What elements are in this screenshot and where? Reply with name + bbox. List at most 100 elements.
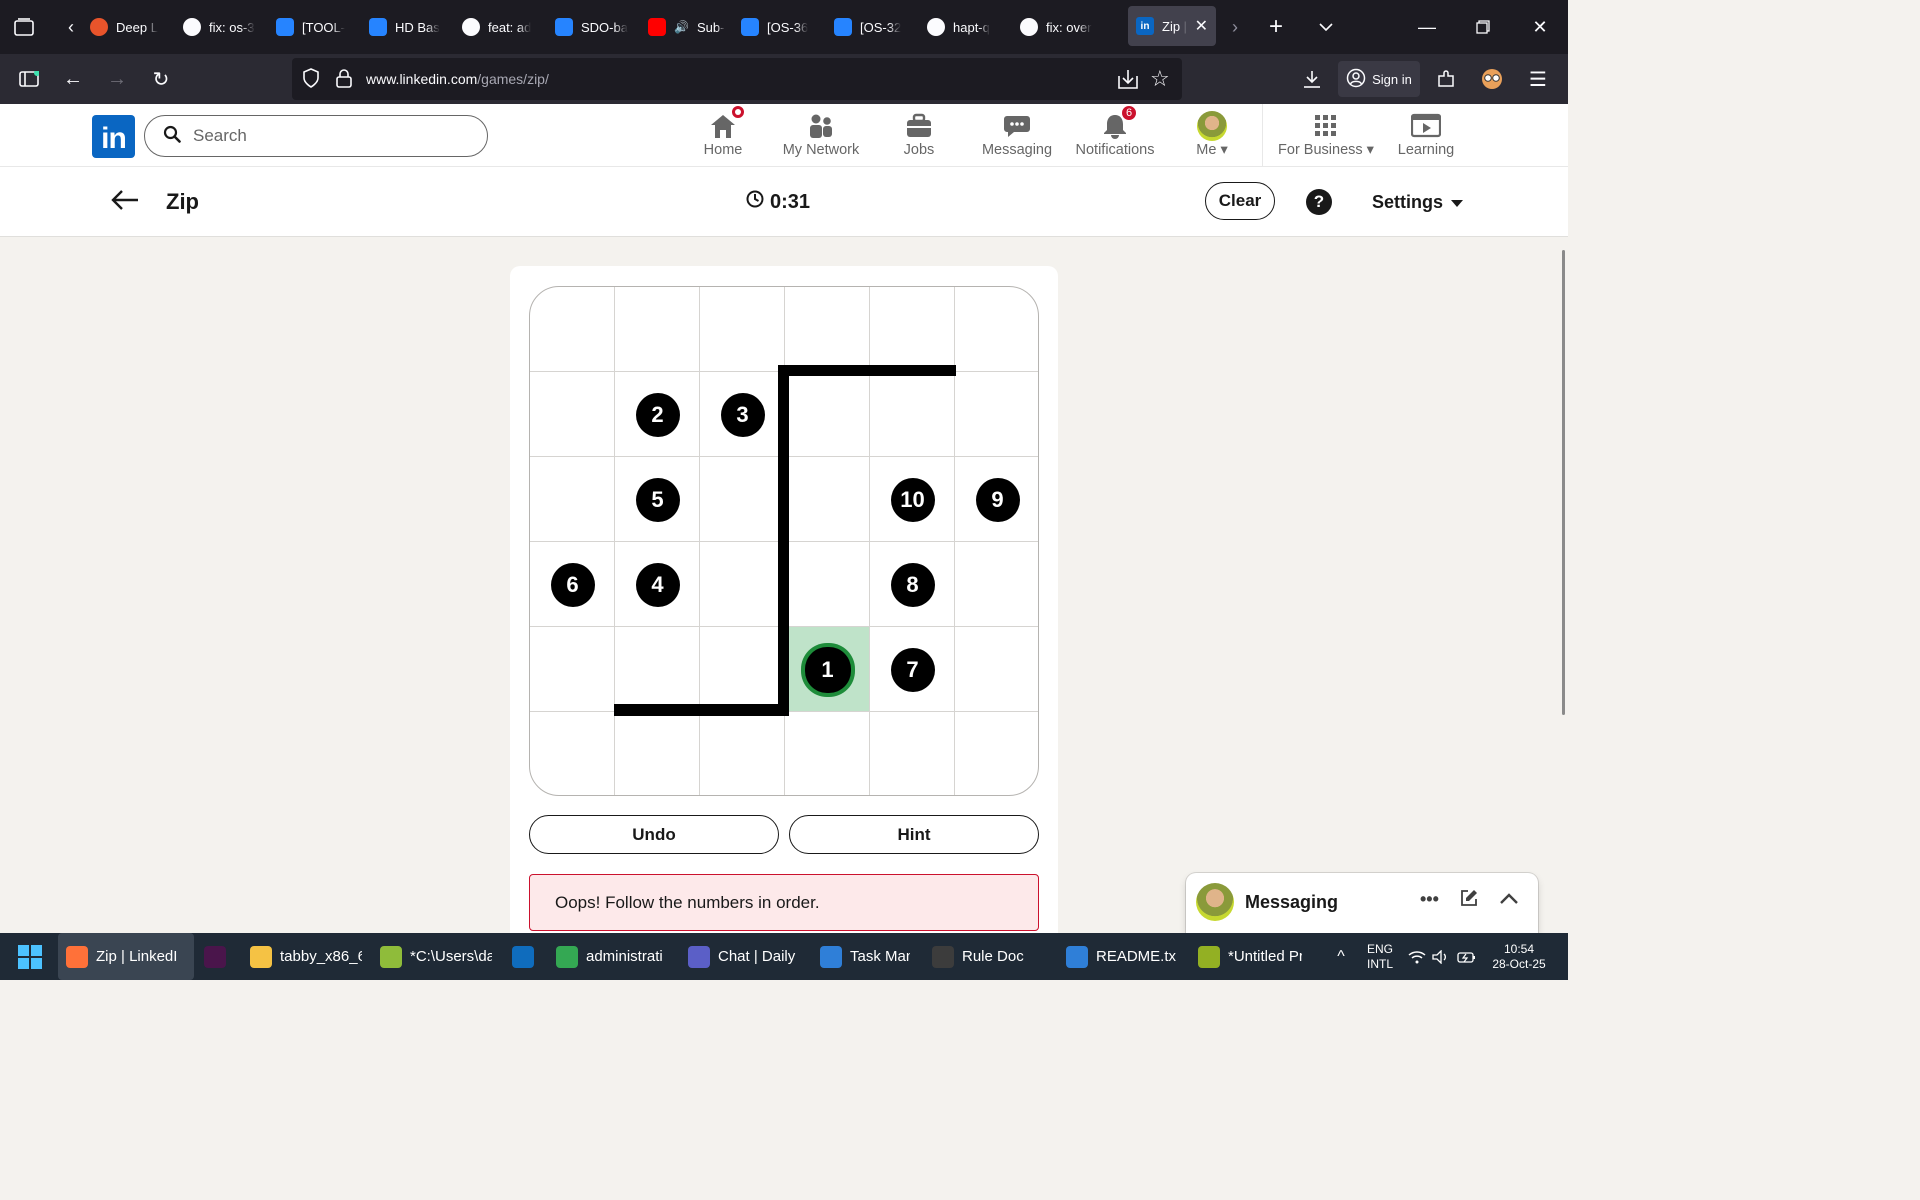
battery-icon[interactable] xyxy=(1455,933,1479,980)
nav-my-network[interactable]: My Network xyxy=(778,104,864,167)
grid-cell[interactable] xyxy=(615,287,700,372)
grid-cell[interactable] xyxy=(870,287,955,372)
grid-cell[interactable] xyxy=(955,712,1038,795)
firefox-view-icon[interactable] xyxy=(0,0,48,54)
settings-dropdown[interactable]: Settings xyxy=(1372,192,1464,213)
number-dot-4[interactable]: 4 xyxy=(635,562,680,607)
grid-cell[interactable] xyxy=(870,712,955,795)
language-indicator[interactable]: ENG INTL xyxy=(1362,933,1398,980)
grid-cell[interactable] xyxy=(955,542,1038,627)
sign-in-button[interactable]: Sign in xyxy=(1338,61,1420,97)
close-window-icon[interactable]: ✕ xyxy=(1512,0,1568,54)
reload-icon[interactable]: ↻ xyxy=(143,61,179,97)
tab-3[interactable]: HD Bas xyxy=(361,7,454,47)
tab-10[interactable]: fix: over xyxy=(1012,7,1105,47)
hint-button[interactable]: Hint xyxy=(789,815,1039,854)
new-tab-icon[interactable]: + xyxy=(1252,0,1300,54)
grid-cell[interactable] xyxy=(955,287,1038,372)
grid-cell[interactable] xyxy=(700,287,785,372)
tab-6[interactable]: 🔊 Sub-Sta xyxy=(640,7,733,47)
number-dot-5[interactable]: 5 xyxy=(635,477,680,522)
grid-cell[interactable] xyxy=(530,287,615,372)
number-dot-7[interactable]: 7 xyxy=(890,647,935,692)
nav-home[interactable]: Home xyxy=(698,104,748,167)
wifi-icon[interactable] xyxy=(1406,933,1428,980)
taskbar-item-folder[interactable]: tabby_x86_6 xyxy=(242,933,362,980)
restore-window-icon[interactable] xyxy=(1455,0,1511,54)
number-dot-9[interactable]: 9 xyxy=(975,477,1020,522)
nav-me[interactable]: Me ▾ xyxy=(1190,104,1234,167)
tab-4[interactable]: feat: ad xyxy=(454,7,547,47)
page-scrollbar[interactable] xyxy=(1562,250,1565,715)
taskbar-item-notepad[interactable]: README.txt xyxy=(1058,933,1176,980)
forward-icon[interactable]: → xyxy=(99,61,135,97)
tab-1[interactable]: fix: os-3 xyxy=(175,7,268,47)
extensions-icon[interactable] xyxy=(1428,61,1464,97)
taskbar-item-teams[interactable]: Chat | Daily xyxy=(680,933,800,980)
search-box[interactable] xyxy=(144,115,488,157)
extension-glasses-icon[interactable] xyxy=(1474,61,1510,97)
grid-cell[interactable] xyxy=(785,372,870,457)
tab-active-zip[interactable]: in Zip | ✕ xyxy=(1128,6,1216,46)
tracking-protection-icon[interactable] xyxy=(302,68,320,93)
downloads-icon[interactable] xyxy=(1294,61,1330,97)
grid-cell[interactable] xyxy=(530,627,615,712)
number-dot-6[interactable]: 6 xyxy=(550,562,595,607)
grid-cell[interactable] xyxy=(615,712,700,795)
number-dot-2[interactable]: 2 xyxy=(635,392,680,437)
grid-cell[interactable] xyxy=(955,372,1038,457)
taskbar-item-terminal[interactable]: Rule Doc xyxy=(924,933,1044,980)
linkedin-logo[interactable]: in xyxy=(92,115,135,158)
back-arrow-icon[interactable] xyxy=(110,187,140,219)
more-options-icon[interactable]: ••• xyxy=(1420,889,1439,910)
clock[interactable]: 10:54 28-Oct-25 xyxy=(1486,933,1552,980)
menu-hamburger-icon[interactable]: ☰ xyxy=(1520,61,1556,97)
taskbar-item-outlook[interactable] xyxy=(504,933,534,980)
grid-cell[interactable] xyxy=(700,542,785,627)
grid-cell[interactable] xyxy=(530,712,615,795)
volume-icon[interactable] xyxy=(1430,933,1452,980)
taskbar-item-slack[interactable] xyxy=(196,933,226,980)
bookmark-star-icon[interactable]: ☆ xyxy=(1150,66,1170,92)
grid-cell[interactable] xyxy=(700,457,785,542)
tab-7[interactable]: [OS-36 xyxy=(733,7,826,47)
tab-8[interactable]: [OS-32 xyxy=(826,7,919,47)
sidebar-icon[interactable] xyxy=(11,61,47,97)
grid-cell[interactable] xyxy=(530,372,615,457)
taskbar-item-chrome[interactable]: administrati xyxy=(548,933,666,980)
zip-game-board[interactable]: 1 2 3 4 5 6 7 8 9 10 xyxy=(529,286,1039,796)
number-dot-1[interactable]: 1 xyxy=(804,646,851,693)
url-text[interactable]: www.linkedin.com/games/zip/ xyxy=(366,71,549,87)
speaker-icon[interactable]: 🔊 xyxy=(674,20,689,34)
number-dot-3[interactable]: 3 xyxy=(720,392,765,437)
search-input[interactable] xyxy=(193,126,453,146)
tab-5[interactable]: SDO-ba xyxy=(547,7,640,47)
save-to-pocket-icon[interactable] xyxy=(1117,68,1139,95)
undo-button[interactable]: Undo xyxy=(529,815,779,854)
tab-0[interactable]: Deep L xyxy=(82,7,175,47)
taskbar-item-qgis[interactable]: *Untitled Pr xyxy=(1190,933,1302,980)
chevron-up-icon[interactable] xyxy=(1500,889,1518,910)
number-dot-8[interactable]: 8 xyxy=(890,562,935,607)
tray-overflow-icon[interactable]: ^ xyxy=(1330,933,1352,980)
tab-2[interactable]: [TOOL- xyxy=(268,7,361,47)
minimize-window-icon[interactable]: — xyxy=(1399,0,1455,54)
nav-messaging[interactable]: Messaging xyxy=(980,104,1054,167)
nav-notifications[interactable]: 6 Notifications xyxy=(1072,104,1158,167)
grid-cell[interactable] xyxy=(785,287,870,372)
taskbar-item-task-manager[interactable]: Task Man xyxy=(812,933,910,980)
nav-jobs[interactable]: Jobs xyxy=(896,104,942,167)
taskbar-item-firefox[interactable]: Zip | LinkedI xyxy=(58,933,194,980)
grid-cell[interactable] xyxy=(530,457,615,542)
clear-button[interactable]: Clear xyxy=(1205,182,1275,220)
grid-cell[interactable] xyxy=(870,372,955,457)
taskbar-item-notepadpp[interactable]: *C:\Users\da xyxy=(372,933,492,980)
list-tabs-icon[interactable] xyxy=(1302,0,1350,54)
nav-learning[interactable]: Learning xyxy=(1396,104,1456,167)
help-icon[interactable]: ? xyxy=(1306,189,1332,215)
tab-9[interactable]: hapt-q xyxy=(919,7,1012,47)
grid-cell[interactable] xyxy=(785,542,870,627)
start-icon[interactable] xyxy=(18,933,48,980)
number-dot-10[interactable]: 10 xyxy=(890,477,935,522)
messaging-panel[interactable]: Messaging ••• xyxy=(1186,873,1538,933)
